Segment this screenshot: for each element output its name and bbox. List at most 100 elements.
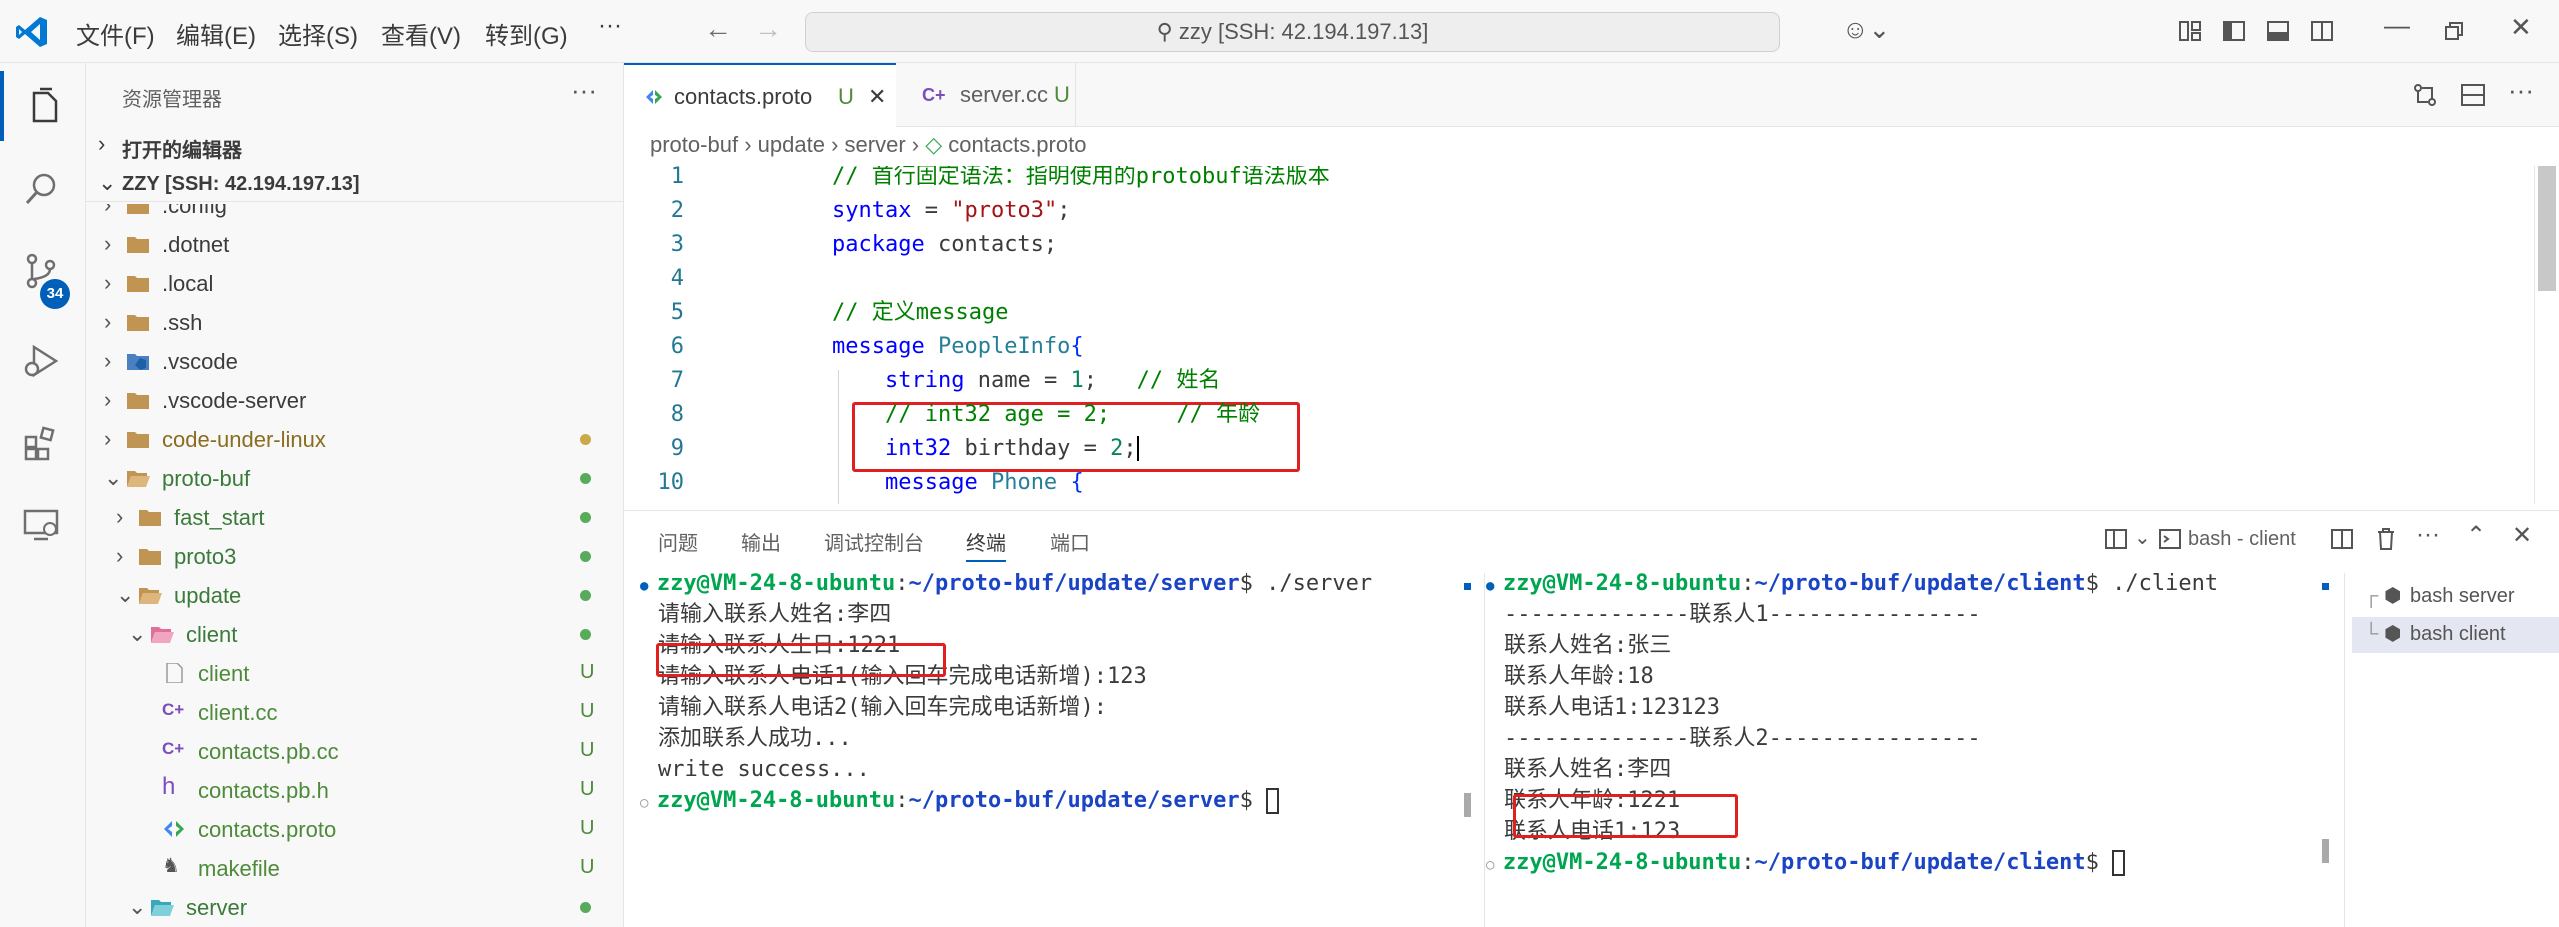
tree-item[interactable]: client U	[86, 654, 623, 693]
tree-item[interactable]: › .config	[86, 204, 623, 225]
breadcrumb-item[interactable]: contacts.proto	[948, 132, 1086, 157]
run-debug-activity[interactable]	[0, 325, 86, 395]
remote-explorer-activity[interactable]	[0, 489, 86, 559]
command-text: $	[1239, 788, 1267, 813]
terminal-list-item-server[interactable]: ┌ ⬢ bash server	[2364, 579, 2559, 615]
file-icon	[166, 663, 183, 683]
close-panel-icon[interactable]: ✕	[2512, 521, 2532, 550]
menu-more-icon[interactable]: ···	[598, 12, 622, 40]
terminal-client[interactable]: ● zzy@VM-24-8-ubuntu:~/proto-buf/update/…	[1486, 571, 2324, 927]
close-window-icon[interactable]: ✕	[2510, 12, 2532, 43]
breadcrumb-item[interactable]: server	[845, 132, 906, 157]
menu-selection[interactable]: 选择(S)	[278, 16, 358, 51]
prompt-path: ~/proto-buf/update/server	[908, 788, 1240, 813]
tree-item[interactable]: › fast_start	[86, 498, 623, 537]
explorer-activity[interactable]	[0, 71, 86, 141]
breadcrumb-item[interactable]: update	[758, 132, 825, 157]
client-folder-icon	[151, 627, 174, 643]
terminal-scrollbar[interactable]	[2320, 583, 2330, 927]
toggle-panel-icon[interactable]	[2266, 19, 2290, 43]
tree-item[interactable]: › proto3	[86, 537, 623, 576]
editor-more-icon[interactable]: ···	[2508, 75, 2534, 106]
folder-icon	[127, 276, 149, 292]
toggle-sidebar-icon[interactable]	[2222, 19, 2246, 43]
split-editor-icon[interactable]	[2460, 82, 2486, 108]
restore-icon[interactable]	[2443, 20, 2465, 42]
tree-item[interactable]: ⌄ server	[86, 888, 623, 927]
tree-item[interactable]: h contacts.pb.h U	[86, 771, 623, 810]
split-terminal-layout-icon[interactable]	[2104, 527, 2128, 551]
tree-item[interactable]: contacts.proto U	[86, 810, 623, 849]
menu-file[interactable]: 文件(F)	[76, 16, 155, 51]
panel-tab-debug-console[interactable]: 调试控制台	[824, 527, 924, 556]
line-number: 3	[670, 232, 684, 257]
customize-layout-icon[interactable]	[2178, 19, 2202, 43]
file-tree: › .config › .dotnet › .local › .ssh › .vscode › .vs…	[86, 204, 623, 927]
minimize-icon[interactable]: —	[2384, 10, 2410, 41]
trash-icon[interactable]	[2374, 526, 2398, 552]
tree-item[interactable]: ⌄ proto-buf	[86, 459, 623, 498]
tree-item[interactable]: › .dotnet	[86, 225, 623, 264]
breadcrumb-item[interactable]: proto-buf	[650, 132, 738, 157]
terminal-scrollbar[interactable]	[1462, 583, 1472, 927]
code-editor[interactable]: 1 // 首行固定语法：指明使用的protobuf语法版本 2 syntax = "p…	[624, 166, 2559, 504]
source-control-activity[interactable]: 34	[0, 235, 86, 309]
panel-tab-output[interactable]: 输出	[741, 527, 781, 556]
terminal-server[interactable]: ● zzy@VM-24-8-ubuntu:~/proto-buf/update/…	[640, 571, 1478, 927]
tree-item[interactable]: › .vscode	[86, 342, 623, 381]
chevron-right-icon: ›	[104, 231, 112, 256]
tree-item-label: .dotnet	[162, 232, 230, 257]
panel-tab-terminal[interactable]: 终端	[966, 527, 1006, 562]
terminal-line: 联系人电话1:123123	[1504, 695, 1720, 720]
terminal-split-divider[interactable]	[1484, 573, 1485, 927]
command-status-icon[interactable]: ○	[1486, 857, 1503, 873]
chevron-down-icon: ⌄	[104, 465, 123, 490]
command-center-search[interactable]: ⚲ zzy [SSH: 42.194.197.13]	[805, 12, 1780, 52]
chevron-down-icon[interactable]: ⌄	[2134, 525, 2151, 550]
tree-item[interactable]: › code-under-linux	[86, 420, 623, 459]
command-text: $	[2085, 850, 2113, 875]
tree-item[interactable]: › .ssh	[86, 303, 623, 342]
tree-item[interactable]: › .vscode-server	[86, 381, 623, 420]
toggle-secondary-sidebar-icon[interactable]	[2310, 19, 2334, 43]
split-terminal-icon[interactable]	[2330, 527, 2354, 551]
workspace-label: ZZY [SSH: 42.194.197.13]	[122, 173, 360, 195]
open-editors-section[interactable]: › 打开的编辑器	[86, 127, 623, 163]
tab-server-cc[interactable]: C+ server.cc U	[896, 63, 1076, 127]
panel-more-icon[interactable]: ···	[2416, 521, 2440, 549]
maximize-panel-icon[interactable]: ⌃	[2466, 521, 2486, 550]
search-activity[interactable]	[0, 153, 86, 223]
command-status-icon[interactable]: ●	[640, 578, 657, 594]
terminal-list-item-client[interactable]: └ ⬢ bash client	[2352, 617, 2559, 653]
compare-changes-icon[interactable]	[2412, 82, 2438, 108]
sidebar-more-icon[interactable]: ···	[571, 75, 597, 106]
editor-tabs: contacts.proto U ✕ C+ server.cc U ···	[624, 63, 2559, 127]
tree-item[interactable]: C+ contacts.pb.cc U	[86, 732, 623, 771]
vscode-logo-icon[interactable]	[14, 14, 50, 50]
forward-arrow-icon[interactable]: →	[754, 13, 782, 45]
tab-contacts-proto[interactable]: contacts.proto U ✕	[624, 63, 896, 127]
panel-tab-problems[interactable]: 问题	[658, 527, 698, 556]
tree-item[interactable]: ♞ makefile U	[86, 849, 623, 888]
back-arrow-icon[interactable]: ←	[704, 13, 732, 45]
menu-edit[interactable]: 编辑(E)	[176, 16, 256, 51]
workspace-section[interactable]: ⌄ ZZY [SSH: 42.194.197.13]	[86, 166, 623, 202]
tree-item[interactable]: C+ client.cc U	[86, 693, 623, 732]
git-status-flag: U	[580, 856, 595, 878]
command-status-icon[interactable]: ○	[640, 795, 657, 811]
tree-item[interactable]: ⌄ update	[86, 576, 623, 615]
panel-tab-ports[interactable]: 端口	[1050, 527, 1090, 556]
line-number: 8	[670, 402, 684, 427]
highlight-box	[656, 643, 946, 677]
copilot-icon[interactable]: ☺⌄	[1842, 14, 1890, 45]
menu-view[interactable]: 查看(V)	[381, 16, 461, 51]
code-line: 2 syntax = "proto3";	[624, 194, 2559, 228]
code-line: 4	[624, 262, 2559, 296]
menu-go[interactable]: 转到(G)	[485, 16, 568, 51]
code-text: // 定义message	[832, 300, 1009, 325]
command-status-icon[interactable]: ●	[1486, 578, 1503, 594]
tree-item[interactable]: › .local	[86, 264, 623, 303]
extensions-activity[interactable]	[0, 407, 86, 477]
tab-close-icon[interactable]: ✕	[868, 65, 886, 129]
tree-item[interactable]: ⌄ client	[86, 615, 623, 654]
